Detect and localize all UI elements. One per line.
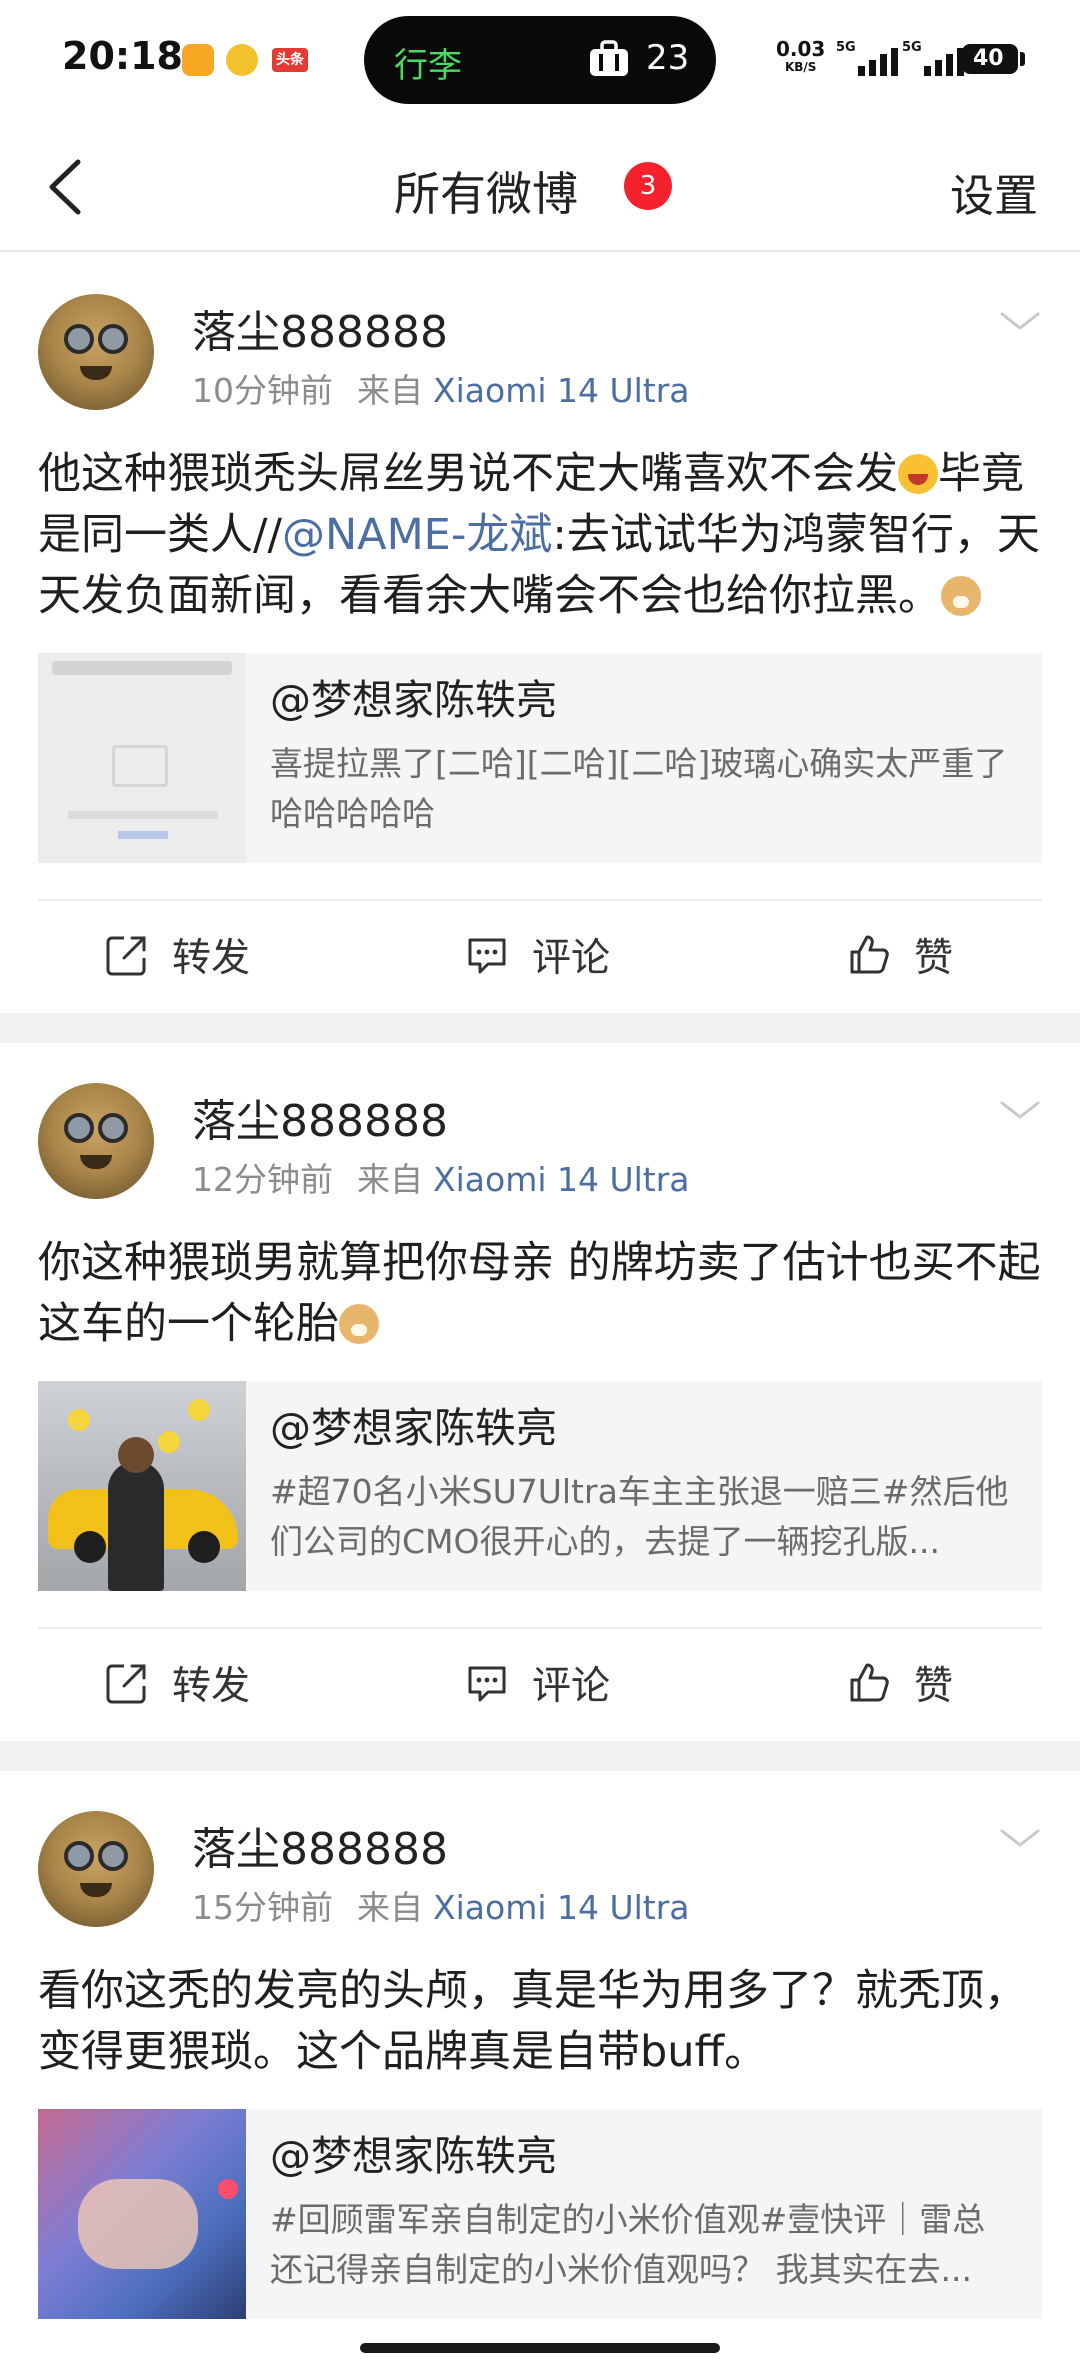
- avatar[interactable]: [38, 1083, 154, 1199]
- nav-bar: 所有微博 3 设置: [0, 120, 1080, 252]
- repost-button[interactable]: 转发: [104, 1655, 250, 1711]
- author-name[interactable]: 落尘888888: [192, 296, 448, 360]
- battery-cap: [1020, 52, 1025, 66]
- toutiao-app-icon: 头条: [272, 48, 308, 72]
- chevron-down-icon[interactable]: [998, 306, 1042, 336]
- luggage-icon: [590, 40, 628, 76]
- post-time: 15分钟前: [192, 1888, 333, 1927]
- laughing-emoji-icon: [898, 454, 938, 494]
- post-device[interactable]: Xiaomi 14 Ultra: [433, 1160, 690, 1199]
- post-card[interactable]: 落尘888888 10分钟前 来自 Xiaomi 14 Ultra 他这种猥琐秃头屌…: [0, 254, 1080, 1013]
- post-source-label: 来自: [357, 371, 423, 410]
- quoted-post-body: @梦想家陈轶亮 喜提拉黑了[二哈][二哈][二哈]玻璃心确实太严重了哈哈哈哈哈: [246, 653, 1042, 863]
- like-label: 赞: [914, 936, 954, 981]
- page-title: 所有微博: [394, 167, 578, 221]
- comment-label: 评论: [532, 936, 611, 981]
- post-text-segment: 他这种猥琐秃头屌丝男说不定大嘴喜欢不会发: [38, 449, 898, 499]
- feed: 落尘888888 10分钟前 来自 Xiaomi 14 Ultra 他这种猥琐秃头屌…: [0, 254, 1080, 2319]
- post-meta: 10分钟前 来自 Xiaomi 14 Ultra: [192, 364, 690, 412]
- quoted-post[interactable]: @梦想家陈轶亮 #回顾雷军亲自制定的小米价值观#壹快评｜雷总还记得亲自制定的小米…: [38, 2109, 1042, 2319]
- mail-app-icon: [182, 44, 214, 76]
- post-card[interactable]: 落尘888888 12分钟前 来自 Xiaomi 14 Ultra 你这种猥琐男就算…: [0, 1043, 1080, 1741]
- post-time: 10分钟前: [192, 371, 333, 410]
- battery-text: 40: [973, 46, 1004, 71]
- repost-label: 转发: [172, 936, 251, 981]
- post-header: 落尘888888 10分钟前 来自 Xiaomi 14 Ultra: [38, 294, 1042, 418]
- quoted-post-thumbnail: [38, 2109, 246, 2319]
- post-actions: 转发 评论 赞: [38, 1627, 1042, 1741]
- post-actions: 转发 评论 赞: [38, 899, 1042, 1013]
- signal-label: 5G: [836, 40, 856, 55]
- quoted-post-body: @梦想家陈轶亮 #超70名小米SU7Ultra车主主张退一赔三#然后他们公司的C…: [246, 1381, 1042, 1591]
- doge-emoji-icon: [941, 576, 981, 616]
- comment-button[interactable]: 评论: [464, 927, 610, 983]
- post-divider: [0, 1013, 1080, 1043]
- quoted-author: @梦想家陈轶亮: [270, 2132, 557, 2180]
- status-time: 20:18: [62, 34, 183, 78]
- repost-icon: [106, 936, 146, 976]
- signal-icon: 5G: [836, 40, 900, 76]
- post-card[interactable]: 落尘888888 15分钟前 来自 Xiaomi 14 Ultra 看你这秃的发亮的…: [0, 1771, 1080, 2319]
- quoted-text: #回顾雷军亲自制定的小米价值观#壹快评｜雷总还记得亲自制定的小米价值观吗？ 我其…: [270, 2200, 986, 2289]
- quoted-text: 喜提拉黑了[二哈][二哈][二哈]玻璃心确实太严重了哈哈哈哈哈: [270, 744, 1008, 833]
- video-app-icon: [226, 44, 258, 76]
- author-name[interactable]: 落尘888888: [192, 1813, 448, 1877]
- unread-badge: 3: [624, 162, 672, 210]
- post-source-label: 来自: [357, 1160, 423, 1199]
- post-device[interactable]: Xiaomi 14 Ultra: [433, 1888, 690, 1927]
- post-time: 12分钟前: [192, 1160, 333, 1199]
- comment-label: 评论: [532, 1664, 611, 1709]
- post-meta: 12分钟前 来自 Xiaomi 14 Ultra: [192, 1153, 690, 1201]
- post-header: 落尘888888 12分钟前 来自 Xiaomi 14 Ultra: [38, 1083, 1042, 1207]
- back-arrow-icon[interactable]: [34, 152, 104, 222]
- signal-label: 5G: [902, 40, 922, 55]
- quoted-author: @梦想家陈轶亮: [270, 1404, 557, 1452]
- quoted-post-body: @梦想家陈轶亮 #回顾雷军亲自制定的小米价值观#壹快评｜雷总还记得亲自制定的小米…: [246, 2109, 1042, 2319]
- repost-label: 转发: [172, 1664, 251, 1709]
- comment-icon: [468, 938, 506, 974]
- network-speed-value: 0.03: [776, 37, 826, 61]
- like-button[interactable]: 赞: [846, 1655, 953, 1711]
- quoted-post[interactable]: @梦想家陈轶亮 #超70名小米SU7Ultra车主主张退一赔三#然后他们公司的C…: [38, 1381, 1042, 1591]
- avatar[interactable]: [38, 1811, 154, 1927]
- chevron-down-icon[interactable]: [998, 1823, 1042, 1853]
- settings-button[interactable]: 设置: [950, 160, 1038, 224]
- chevron-down-icon[interactable]: [998, 1095, 1042, 1125]
- repost-button[interactable]: 转发: [104, 927, 250, 983]
- post-source-label: 来自: [357, 1888, 423, 1927]
- home-indicator[interactable]: [360, 2343, 720, 2353]
- quoted-author: @梦想家陈轶亮: [270, 676, 557, 724]
- network-speed: 0.03 KB/S: [776, 37, 826, 76]
- mention-link[interactable]: @NAME-龙斌: [282, 510, 552, 560]
- author-name[interactable]: 落尘888888: [192, 1085, 448, 1149]
- doge-emoji-icon: [339, 1304, 379, 1344]
- status-bar: 20:18 头条 行李 23 0.03 KB/S 5G 5G 40: [0, 0, 1080, 120]
- avatar[interactable]: [38, 294, 154, 410]
- like-label: 赞: [914, 1664, 954, 1709]
- post-text: 他这种猥琐秃头屌丝男说不定大嘴喜欢不会发 毕竟是同一类人//@NAME-龙斌:去试…: [38, 444, 1042, 627]
- quoted-post-thumbnail: [38, 653, 246, 863]
- repost-icon: [106, 1664, 146, 1704]
- post-text-segment: 看你这秃的发亮的头颅，真是华为用多了？就秃顶，变得更猥琐。这个品牌真是自带buf…: [38, 1966, 1027, 2077]
- quoted-post[interactable]: @梦想家陈轶亮 喜提拉黑了[二哈][二哈][二哈]玻璃心确实太严重了哈哈哈哈哈: [38, 653, 1042, 863]
- island-label: 行李: [394, 46, 462, 86]
- signal-icon: 5G: [902, 40, 966, 76]
- post-divider: [0, 1741, 1080, 1771]
- like-button[interactable]: 赞: [846, 927, 953, 983]
- battery-icon: 40: [962, 44, 1018, 74]
- quoted-text: #超70名小米SU7Ultra车主主张退一赔三#然后他们公司的CMO很开心的，去…: [270, 1472, 1009, 1561]
- comment-button[interactable]: 评论: [464, 1655, 610, 1711]
- post-header: 落尘888888 15分钟前 来自 Xiaomi 14 Ultra: [38, 1811, 1042, 1935]
- post-text: 看你这秃的发亮的头颅，真是华为用多了？就秃顶，变得更猥琐。这个品牌真是自带buf…: [38, 1961, 1042, 2083]
- thumbs-up-icon: [850, 1663, 889, 1702]
- dynamic-island[interactable]: 行李 23: [364, 16, 716, 104]
- post-text-segment: 你这种猥琐男就算把你母亲 的牌坊卖了估计也买不起这车的一个轮胎: [38, 1238, 1041, 1349]
- post-text: 你这种猥琐男就算把你母亲 的牌坊卖了估计也买不起这车的一个轮胎: [38, 1233, 1042, 1355]
- post-meta: 15分钟前 来自 Xiaomi 14 Ultra: [192, 1881, 690, 1929]
- quoted-post-thumbnail: [38, 1381, 246, 1591]
- thumbs-up-icon: [850, 935, 889, 974]
- island-count: 23: [646, 38, 690, 78]
- post-device[interactable]: Xiaomi 14 Ultra: [433, 371, 690, 410]
- comment-icon: [468, 1666, 506, 1702]
